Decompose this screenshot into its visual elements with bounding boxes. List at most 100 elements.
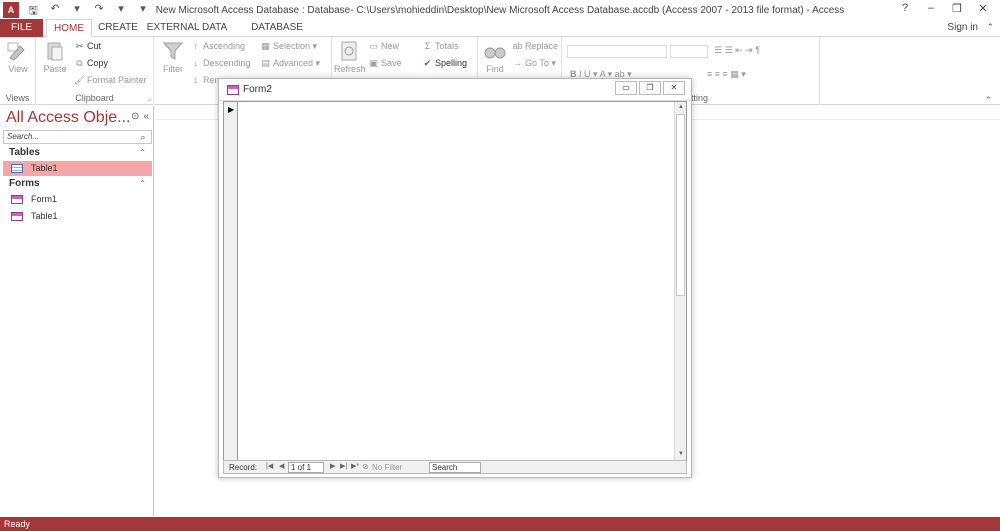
- font-size-dropdown[interactable]: [670, 45, 708, 58]
- find-button[interactable]: Find: [480, 40, 510, 74]
- help-button[interactable]: ?: [892, 2, 918, 15]
- nav-menu-dropdown-icon[interactable]: ⊙: [131, 111, 139, 122]
- views-group: View Views: [0, 37, 36, 105]
- close-button[interactable]: ✕: [970, 2, 996, 15]
- font-name-dropdown[interactable]: [567, 45, 667, 58]
- chevron-up-icon: ⌃: [139, 148, 146, 157]
- title-bar: A 🖫 ↶ ▾ ↷ ▾ ▾ New Microsoft Access Datab…: [0, 0, 1000, 20]
- spelling-button[interactable]: ✔ Spelling: [422, 58, 467, 69]
- chevron-up-icon[interactable]: ⌃: [986, 22, 994, 33]
- form-icon: [11, 212, 23, 221]
- view-icon: [7, 42, 25, 61]
- filter-off-icon: ⊘: [362, 462, 369, 471]
- window-controls: ? – ❐ ✕: [892, 2, 996, 15]
- nav-pane-title[interactable]: All Access Obje...: [6, 109, 131, 127]
- scroll-up-icon[interactable]: ▲: [675, 102, 687, 113]
- sort-ascending-button[interactable]: ↑ Ascending: [190, 41, 245, 51]
- form-icon: [227, 85, 239, 95]
- selection-button[interactable]: ▦ Selection ▾: [260, 41, 317, 52]
- paintbrush-icon: 🖌: [74, 75, 86, 85]
- replace-icon: ab: [512, 41, 523, 51]
- previous-record-icon[interactable]: ◀: [279, 462, 284, 470]
- refresh-button[interactable]: Refresh: [334, 40, 366, 74]
- clipboard-launcher-icon[interactable]: ⌟: [148, 94, 151, 102]
- search-icon[interactable]: ⌕: [137, 131, 149, 143]
- form-detail-area[interactable]: ▶ ▲ ▼: [223, 101, 687, 461]
- nav-search-input[interactable]: Search... ⌕: [3, 130, 152, 144]
- save-record-icon: ▣: [369, 58, 378, 68]
- refresh-icon: [341, 41, 357, 61]
- scroll-down-icon[interactable]: ▼: [675, 449, 687, 460]
- paste-icon: [47, 42, 63, 61]
- filter-button[interactable]: Filter: [158, 40, 188, 74]
- nav-pane-buttons: ⊙ «: [131, 111, 149, 122]
- tab-database-tools[interactable]: DATABASE TOOLS: [234, 19, 320, 51]
- table-icon: [11, 164, 23, 173]
- advanced-button[interactable]: ▤ Advanced ▾: [260, 58, 320, 69]
- form-icon: [11, 195, 23, 204]
- chevron-up-icon: ⌃: [139, 179, 146, 188]
- format-painter-button[interactable]: 🖌 Format Painter: [74, 75, 147, 86]
- remove-sort-icon: ↕: [193, 75, 198, 85]
- binoculars-icon: [484, 47, 506, 59]
- form-window-titlebar[interactable]: Form2 ▭ ❐ ✕: [219, 79, 691, 101]
- new-record-nav-icon[interactable]: ▶*: [351, 462, 359, 470]
- shutter-bar-close-icon[interactable]: «: [143, 111, 149, 122]
- minimize-button[interactable]: –: [918, 2, 944, 15]
- navigation-pane: All Access Obje... ⊙ « Search... ⌕ Table…: [0, 106, 154, 516]
- replace-button[interactable]: ab Replace: [512, 41, 558, 51]
- form-window: Form2 ▭ ❐ ✕ ▶ ▲ ▼ Record: |◀ ◀ 1 of 1 ▶ …: [218, 78, 692, 478]
- sign-in-link[interactable]: Sign in: [947, 22, 978, 33]
- tab-home[interactable]: HOME: [46, 19, 92, 37]
- clipboard-group-label: Clipboard: [75, 93, 114, 103]
- view-button[interactable]: View: [3, 40, 33, 74]
- ribbon-tabs: FILE HOME CREATE EXTERNAL DATA DATABASE …: [0, 19, 1000, 51]
- next-record-icon[interactable]: ▶: [330, 462, 335, 470]
- paste-button[interactable]: Paste: [40, 40, 70, 74]
- tab-create[interactable]: CREATE: [96, 19, 140, 37]
- list-buttons[interactable]: ☰ ☰ ⇤ ⇥ ¶: [714, 45, 760, 56]
- record-search-input[interactable]: Search: [429, 462, 481, 473]
- record-navigation-bar: Record: |◀ ◀ 1 of 1 ▶ ▶| ▶* ⊘ No Filter …: [223, 460, 687, 474]
- form-close-button[interactable]: ✕: [663, 81, 685, 95]
- form-window-controls: ▭ ❐ ✕: [615, 81, 685, 95]
- scroll-thumb[interactable]: [676, 114, 685, 296]
- current-record-field[interactable]: 1 of 1: [288, 462, 324, 473]
- nav-category-tables[interactable]: Tables ⌃: [3, 146, 152, 160]
- sigma-icon: Σ: [424, 41, 431, 51]
- cut-button[interactable]: ✂ Cut: [74, 41, 101, 52]
- filter-status[interactable]: No Filter: [372, 463, 402, 472]
- clipboard-group: Paste ✂ Cut ⧉ Copy 🖌 Format Painter Clipboa…: [36, 37, 154, 105]
- nav-category-forms[interactable]: Forms ⌃: [3, 177, 152, 191]
- record-selector[interactable]: ▶: [224, 102, 238, 460]
- window-title: New Microsoft Access Database : Database…: [155, 5, 845, 16]
- copy-button[interactable]: ⧉ Copy: [74, 58, 108, 69]
- views-group-label: Views: [5, 93, 30, 103]
- goto-button[interactable]: → Go To ▾: [512, 58, 556, 69]
- form-restore-button[interactable]: ❐: [639, 81, 661, 95]
- sort-ascending-icon: ↑: [193, 41, 198, 51]
- status-text: Ready: [4, 519, 31, 529]
- form-minimize-button[interactable]: ▭: [615, 81, 637, 95]
- new-record-icon: ▭: [369, 41, 378, 51]
- last-record-icon[interactable]: ▶|: [340, 462, 347, 470]
- collapse-ribbon-icon[interactable]: ⌃: [984, 95, 992, 106]
- totals-button[interactable]: Σ Totals: [422, 41, 459, 51]
- alignment-buttons[interactable]: ≡ ≡ ≡ ▦ ▾: [707, 69, 746, 80]
- current-record-arrow-icon: ▶: [228, 105, 235, 114]
- tab-file[interactable]: FILE: [0, 19, 43, 37]
- scissors-icon: ✂: [75, 41, 84, 51]
- new-record-button[interactable]: ▭ New: [368, 41, 399, 52]
- form-window-title: Form2: [243, 84, 272, 95]
- nav-item-form1[interactable]: Form1: [3, 192, 152, 207]
- spelling-check-icon: ✔: [423, 58, 432, 68]
- goto-icon: →: [513, 58, 522, 68]
- nav-item-form-table1[interactable]: Table1: [3, 209, 152, 224]
- sort-descending-button[interactable]: ↓ Descending: [190, 58, 250, 68]
- save-record-button[interactable]: ▣ Save: [368, 58, 401, 69]
- restore-button[interactable]: ❐: [944, 2, 970, 15]
- nav-item-table1[interactable]: Table1: [3, 161, 152, 176]
- first-record-icon[interactable]: |◀: [266, 462, 273, 470]
- vertical-scrollbar[interactable]: ▲ ▼: [674, 102, 686, 460]
- tab-external-data[interactable]: EXTERNAL DATA: [146, 19, 228, 37]
